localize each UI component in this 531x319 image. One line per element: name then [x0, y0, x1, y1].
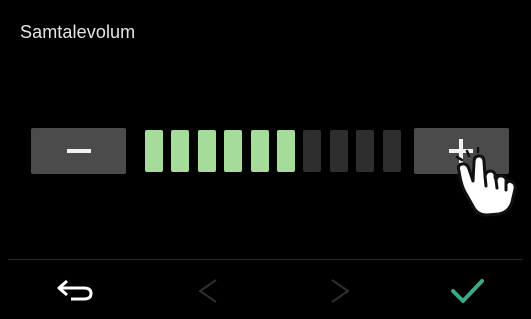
volume-segment [277, 130, 295, 172]
volume-segment [250, 130, 269, 172]
return-arrow-icon [57, 279, 93, 301]
volume-segment [329, 130, 348, 172]
volume-segment [382, 130, 401, 172]
page-title: Samtalevolum [20, 22, 136, 42]
volume-segment [303, 130, 322, 172]
volume-segment [145, 130, 163, 172]
plus-icon-vertical [459, 139, 463, 163]
volume-segment [171, 130, 190, 172]
volume-segment [224, 130, 243, 172]
volume-segment [356, 130, 375, 172]
increase-volume-button[interactable] [414, 128, 509, 174]
footer-divider [8, 259, 523, 260]
screen: Samtalevolum [0, 0, 531, 319]
minus-icon [67, 149, 91, 153]
chevron-left-icon [198, 279, 217, 303]
back-button[interactable] [33, 270, 123, 310]
next-button[interactable] [295, 270, 385, 310]
confirm-button[interactable] [425, 270, 515, 310]
checkmark-icon [451, 279, 484, 303]
call-volume-panel: Samtalevolum [8, 8, 523, 311]
decrease-volume-button[interactable] [31, 128, 126, 174]
volume-segment [197, 130, 216, 172]
volume-level-bar [145, 130, 405, 172]
previous-button[interactable] [163, 270, 253, 310]
chevron-right-icon [331, 279, 350, 303]
